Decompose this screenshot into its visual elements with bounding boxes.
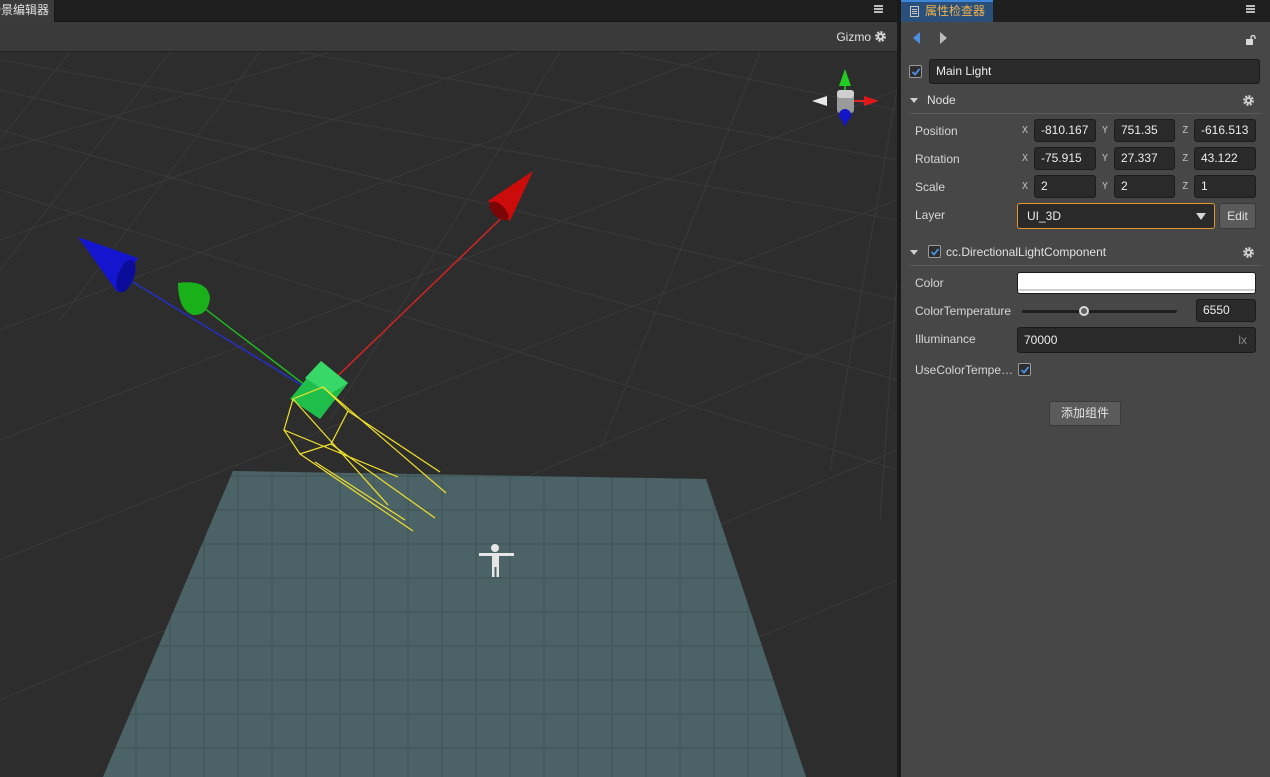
position-y-value: 751.35 — [1121, 123, 1158, 137]
back-arrow-icon[interactable] — [913, 32, 920, 44]
forward-arrow-icon[interactable] — [940, 32, 947, 44]
rotation-x-field[interactable]: -75.915 — [1034, 147, 1096, 170]
component-enabled-checkbox[interactable] — [928, 245, 941, 258]
axis-y-label: Y — [1102, 181, 1109, 192]
component-settings-gear-icon[interactable] — [1242, 246, 1255, 259]
caret-down-icon — [1196, 213, 1206, 220]
color-temperature-slider[interactable] — [1022, 310, 1177, 313]
node-section-header[interactable]: Node — [901, 86, 1270, 114]
illuminance-unit: lx — [1238, 333, 1247, 347]
inspector-doc-icon — [910, 6, 919, 17]
axis-x-label: X — [1022, 181, 1029, 192]
scale-label: Scale — [915, 180, 946, 194]
scale-y-value: 2 — [1121, 179, 1128, 193]
add-component-button[interactable]: 添加组件 — [1049, 401, 1121, 426]
position-y-field[interactable]: 751.35 — [1114, 119, 1175, 142]
component-section-header[interactable]: cc.DirectionalLightComponent — [901, 238, 1270, 266]
scale-z-field[interactable]: 1 — [1194, 175, 1256, 198]
illuminance-label: Illuminance — [915, 332, 976, 346]
use-color-temperature-checkbox[interactable] — [1018, 363, 1031, 376]
inspector-nav-bar — [901, 22, 1270, 54]
scene-viewport[interactable] — [0, 52, 897, 777]
node-name-field[interactable]: Main Light — [929, 59, 1260, 84]
node-name-value: Main Light — [936, 64, 992, 78]
axis-y-label: Y — [1102, 125, 1109, 136]
layer-select-value: UI_3D — [1027, 209, 1062, 223]
section-separator — [909, 265, 1262, 266]
axis-x-label: X — [1022, 125, 1029, 136]
illuminance-value: 70000 — [1024, 333, 1058, 347]
tab-inspector[interactable]: 属性检查器 — [901, 0, 993, 22]
scale-z-value: 1 — [1201, 179, 1208, 193]
position-z-field[interactable]: -616.513 — [1194, 119, 1256, 142]
rotation-y-field[interactable]: 27.337 — [1114, 147, 1175, 170]
tab-scene-editor[interactable]: 场景编辑器 — [0, 0, 55, 22]
node-settings-gear-icon[interactable] — [1242, 94, 1255, 107]
gizmo-label[interactable]: Gizmo — [836, 30, 871, 44]
rotation-label: Rotation — [915, 152, 960, 166]
inspector-tab-label: 属性检查器 — [925, 4, 986, 18]
scene-tab-bar: 场景编辑器 — [0, 0, 897, 22]
color-temperature-slider-thumb[interactable] — [1079, 306, 1089, 316]
use-color-temperature-label: UseColorTempe… — [915, 363, 1014, 377]
gizmo-gear-icon[interactable] — [874, 30, 887, 43]
inspector-tab-bar: 属性检查器 — [901, 0, 1270, 22]
rotation-x-value: -75.915 — [1041, 151, 1082, 165]
rotation-z-value: 43.122 — [1201, 151, 1238, 165]
inspector-panel: 属性检查器 Main Light Node Position X -810.16… — [901, 0, 1270, 777]
color-temperature-value: 6550 — [1203, 303, 1230, 317]
node-section-title: Node — [927, 93, 956, 107]
node-enabled-checkbox[interactable] — [909, 65, 922, 78]
scene-tab-label: 场景编辑器 — [0, 3, 50, 17]
inspector-menu-icon[interactable] — [1246, 4, 1256, 16]
axis-z-label: Z — [1182, 181, 1189, 192]
layer-select[interactable]: UI_3D — [1017, 203, 1215, 229]
color-swatch[interactable] — [1017, 272, 1256, 294]
rotation-z-field[interactable]: 43.122 — [1194, 147, 1256, 170]
color-temperature-label: ColorTemperature — [915, 304, 1012, 318]
axis-y-label: Y — [1102, 153, 1109, 164]
position-label: Position — [915, 124, 958, 138]
axis-z-label: Z — [1182, 153, 1189, 164]
collapse-triangle-icon — [910, 250, 918, 255]
axis-x-label: X — [1022, 153, 1029, 164]
color-temperature-field[interactable]: 6550 — [1196, 299, 1256, 322]
scale-x-field[interactable]: 2 — [1034, 175, 1096, 198]
rotation-y-value: 27.337 — [1121, 151, 1158, 165]
unlock-icon[interactable] — [1246, 35, 1256, 45]
scene-toolbar: Gizmo — [0, 22, 897, 52]
section-separator — [909, 113, 1262, 114]
position-x-value: -810.167 — [1041, 123, 1089, 137]
layer-label: Layer — [915, 208, 946, 222]
position-x-field[interactable]: -810.167 — [1034, 119, 1096, 142]
collapse-triangle-icon — [910, 98, 918, 103]
scale-x-value: 2 — [1041, 179, 1048, 193]
position-z-value: -616.513 — [1201, 123, 1249, 137]
layer-edit-button[interactable]: Edit — [1219, 203, 1256, 229]
axis-z-label: Z — [1182, 125, 1189, 136]
illuminance-field[interactable]: 70000 lx — [1017, 327, 1256, 353]
scene-menu-icon[interactable] — [874, 4, 884, 16]
scene-editor-panel: 场景编辑器 Gizmo — [0, 0, 897, 777]
scale-y-field[interactable]: 2 — [1114, 175, 1175, 198]
component-title: cc.DirectionalLightComponent — [946, 245, 1107, 259]
color-label: Color — [915, 276, 944, 290]
